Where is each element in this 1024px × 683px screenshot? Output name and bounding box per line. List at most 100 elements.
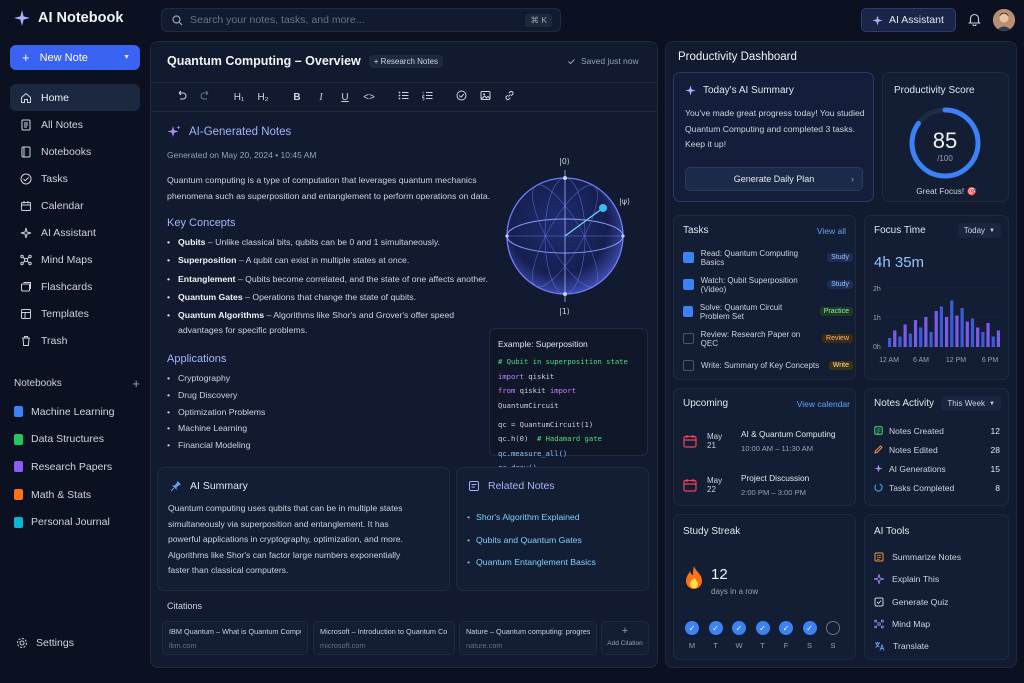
redo-icon	[200, 90, 208, 100]
task-item[interactable]: Write: Summary of Key Concepts Write	[683, 352, 853, 379]
sidebar-item-ai-assistant[interactable]: AI Assistant	[10, 219, 140, 246]
sidebar-item-flashcards[interactable]: Flashcards	[10, 273, 140, 300]
sidebar-item-tasks[interactable]: Tasks	[10, 165, 140, 192]
task-checkbox[interactable]	[683, 279, 694, 290]
generate-daily-plan-button[interactable]: Generate Daily Plan ›	[685, 167, 863, 191]
undo-button[interactable]	[169, 90, 193, 104]
citation-card[interactable]: IBM Quantum – What is Quantum Comput... …	[162, 621, 308, 655]
code-keyword: from	[498, 386, 516, 396]
checklist-icon	[456, 90, 466, 101]
related-note-link[interactable]: • Qubits and Quantum Gates	[467, 529, 596, 552]
task-item[interactable]: Read: Quantum Computing Basics Study	[683, 244, 853, 271]
notebook-icon	[21, 146, 31, 157]
link-button[interactable]	[497, 90, 521, 104]
notebook-item-data-structures[interactable]: Data Structures	[14, 426, 144, 454]
related-note-link[interactable]: • Shor's Algorithm Explained	[467, 506, 596, 529]
tool-mind-map[interactable]: Mind Map	[874, 613, 1002, 635]
notebook-label: Machine Learning	[31, 405, 115, 418]
view-calendar-link[interactable]: View calendar	[797, 399, 850, 409]
concept-desc: – Unlike classical bits, qubits can be 0…	[205, 237, 441, 247]
related-note-link[interactable]: • Quantum Entanglement Basics	[467, 551, 596, 574]
sidebar-item-notebooks[interactable]: Notebooks	[10, 138, 140, 165]
related-note-title: Quantum Entanglement Basics	[476, 557, 596, 568]
underline-button[interactable]: U	[333, 92, 357, 103]
activity-value: 12	[990, 425, 1000, 436]
streak-days: 12	[711, 566, 728, 583]
redo-button[interactable]	[193, 90, 217, 104]
task-item[interactable]: Review: Research Paper on QEC Review	[683, 325, 853, 352]
task-item[interactable]: Solve: Quantum Circuit Problem Set Pract…	[683, 298, 853, 325]
list-item: Machine Learning	[167, 420, 265, 437]
chevron-down-icon[interactable]: ▼	[123, 54, 130, 61]
code-button[interactable]: <>	[357, 92, 381, 103]
focus-time-card: Focus Time Today ▼ 4h 35m 2h 1h 0h 12 AM…	[864, 215, 1009, 380]
add-notebook-icon[interactable]: +	[132, 376, 140, 391]
sidebar-item-label: Templates	[41, 307, 89, 320]
citation-card[interactable]: Nature – Quantum computing: progress... …	[459, 621, 597, 655]
notebook-item-machine-learning[interactable]: Machine Learning	[14, 398, 144, 426]
note-tag-badge[interactable]: + Research Notes	[368, 54, 444, 68]
event-title: Project Discussion	[741, 473, 810, 483]
event-item[interactable]: May 21 AI & Quantum Computing 10:00 AM –…	[683, 429, 836, 453]
citation-card[interactable]: Microsoft – Introduction to Quantum Co..…	[313, 621, 455, 655]
check-icon: ✓	[732, 621, 746, 635]
notebook-color-icon	[14, 489, 23, 501]
streak-day: ✓ S	[802, 621, 817, 650]
numbered-list-button[interactable]	[415, 90, 439, 104]
task-checkbox[interactable]	[683, 252, 694, 263]
heading2-button[interactable]: H₂	[251, 92, 275, 103]
heading1-button[interactable]: H₁	[227, 92, 251, 103]
task-label: Watch: Qubit Superposition (Video)	[700, 275, 798, 294]
activity-label: Notes Created	[889, 425, 944, 436]
code-example-block[interactable]: Example: Superposition # Qubit in superp…	[489, 328, 648, 472]
search-input[interactable]: Search your notes, tasks, and more... ⌘ …	[161, 8, 561, 32]
streak-day: ✓ M	[685, 621, 699, 650]
todays-summary-title: Today's AI Summary	[703, 85, 794, 96]
flashcard-icon	[21, 281, 31, 291]
sidebar-item-all-notes[interactable]: All Notes	[10, 111, 140, 138]
tool-summarize-notes[interactable]: Summarize Notes	[874, 546, 1002, 568]
notebook-color-icon	[14, 433, 23, 445]
task-item[interactable]: Watch: Qubit Superposition (Video) Study	[683, 271, 853, 298]
sidebar-item-trash[interactable]: Trash	[10, 327, 140, 354]
streak-week: ✓ M ✓ T ✓ W ✓ T ✓ F ✓ S S	[685, 621, 840, 650]
sidebar-item-mind-maps[interactable]: Mind Maps	[10, 246, 140, 273]
bold-button[interactable]: B	[285, 92, 309, 103]
note-title-text[interactable]: Quantum Computing – Overview	[167, 54, 361, 68]
tool-label: Generate Quiz	[892, 596, 949, 607]
focus-period-select[interactable]: Today ▼	[957, 223, 1001, 238]
tool-explain-this[interactable]: Explain This	[874, 568, 1002, 590]
sidebar-item-calendar[interactable]: Calendar	[10, 192, 140, 219]
related-notes-title: Related Notes	[488, 480, 555, 492]
new-note-button[interactable]: + New Note ▼	[10, 45, 140, 70]
bell-icon[interactable]	[968, 12, 981, 26]
tool-generate-quiz[interactable]: Generate Quiz	[874, 591, 1002, 613]
bullet-list-button[interactable]	[391, 90, 415, 104]
notebook-item-math-stats[interactable]: Math & Stats	[14, 481, 144, 509]
tool-translate[interactable]: Translate	[874, 635, 1002, 657]
notebook-item-personal-journal[interactable]: Personal Journal	[14, 508, 144, 536]
add-citation-button[interactable]: + Add Citation	[601, 621, 649, 655]
event-item[interactable]: May 22 Project Discussion 2:00 PM – 3:00…	[683, 473, 809, 497]
notebook-item-research-papers[interactable]: Research Papers	[14, 453, 144, 481]
sidebar-item-home[interactable]: Home	[10, 84, 140, 111]
task-checkbox[interactable]	[683, 360, 694, 371]
image-button[interactable]	[473, 90, 497, 104]
activity-period-select[interactable]: This Week ▼	[941, 396, 1001, 411]
day-label: W	[735, 641, 743, 650]
checklist-button[interactable]	[449, 90, 473, 104]
generate-plan-label: Generate Daily Plan	[733, 174, 815, 184]
ai-assistant-button[interactable]: AI Assistant	[861, 8, 956, 32]
sidebar-item-templates[interactable]: Templates	[10, 300, 140, 327]
task-checkbox[interactable]	[683, 306, 693, 317]
view-all-tasks-link[interactable]: View all	[817, 226, 846, 236]
pencil-icon	[874, 445, 883, 454]
score-value: 85	[933, 128, 957, 153]
avatar[interactable]	[993, 9, 1015, 31]
settings-button[interactable]: Settings	[16, 637, 74, 649]
italic-button[interactable]: I	[309, 92, 333, 103]
activity-row: Notes Created 12	[874, 421, 1000, 440]
sidebar-item-label: Trash	[41, 334, 68, 347]
sparkle-icon	[874, 574, 884, 585]
task-checkbox[interactable]	[683, 333, 694, 344]
